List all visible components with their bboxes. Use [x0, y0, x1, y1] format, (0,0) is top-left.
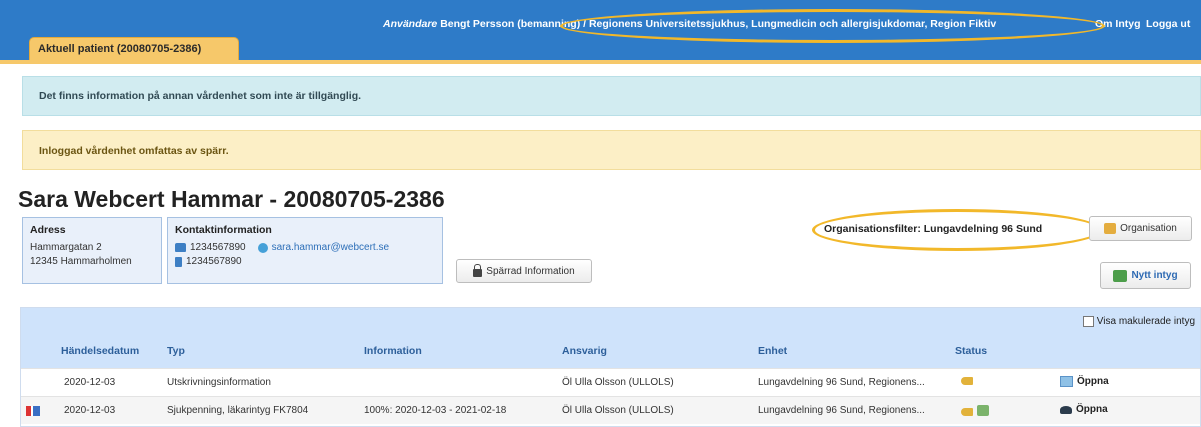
row-flag: [26, 406, 40, 419]
new-certificate-label: Nytt intyg: [1131, 270, 1178, 281]
table-row: 2020-12-03 Utskrivningsinformation Öl Ul…: [21, 368, 1200, 396]
contact-title: Kontaktinformation: [175, 224, 272, 236]
new-certificate-button[interactable]: Nytt intyg: [1100, 262, 1191, 289]
contact-phone-row: 1234567890 sara.hammar@webcert.se: [175, 242, 435, 253]
row-unit: Lungavdelning 96 Sund, Regionens...: [758, 405, 925, 416]
open-label: Öppna: [1077, 376, 1109, 387]
logout-link[interactable]: Logga ut: [1146, 18, 1190, 30]
blocked-information-label: Spärrad Information: [486, 265, 575, 277]
email-link[interactable]: sara.hammar@webcert.se: [272, 242, 389, 253]
row-responsible: Öl Ulla Olsson (ULLOLS): [562, 377, 674, 388]
certificate-table: Visa makulerade intyg Händelsedatum Typ …: [20, 307, 1201, 427]
graduation-hat-icon: [1060, 405, 1072, 414]
mobile-icon: [175, 256, 182, 267]
address-line1: Hammargatan 2: [30, 242, 102, 253]
row-status: [961, 405, 989, 419]
open-button[interactable]: Öppna: [1060, 404, 1108, 415]
row-type: Utskrivningsinformation: [167, 377, 271, 388]
column-header-date[interactable]: Händelsedatum: [61, 345, 139, 357]
row-type: Sjukpenning, läkarintyg FK7804: [167, 405, 309, 416]
user-label: Användare: [383, 18, 438, 30]
row-responsible: Öl Ulla Olsson (ULLOLS): [562, 405, 674, 416]
about-intyg-link[interactable]: Om Intyg: [1095, 18, 1141, 30]
row-info: 100%: 2020-12-03 - 2021-02-18: [364, 405, 507, 416]
phone-number: 1234567890: [190, 242, 246, 253]
new-document-icon: [1113, 269, 1128, 282]
tab-underline: [0, 60, 1201, 64]
row-date: 2020-12-03: [64, 405, 116, 416]
column-header-unit[interactable]: Enhet: [758, 345, 787, 357]
address-line2: 12345 Hammarholmen: [30, 256, 132, 267]
document-icon: [977, 405, 989, 416]
column-header-responsible[interactable]: Ansvarig: [562, 345, 607, 357]
user-info: Bengt Persson (bemanning) / Regionens Un…: [440, 18, 997, 30]
contact-box: Kontaktinformation 1234567890 sara.hamma…: [167, 217, 443, 284]
row-unit: Lungavdelning 96 Sund, Regionens...: [758, 377, 925, 388]
mobile-number: 1234567890: [186, 256, 242, 267]
info-alert: Det finns information på annan vårdenhet…: [22, 76, 1201, 116]
column-header-status[interactable]: Status: [955, 345, 987, 357]
column-header-information[interactable]: Information: [364, 345, 422, 357]
row-status: [961, 377, 973, 388]
open-button[interactable]: Öppna: [1060, 376, 1109, 387]
open-label: Öppna: [1076, 404, 1108, 415]
table-header: Visa makulerade intyg Händelsedatum Typ …: [21, 308, 1200, 368]
address-box: Adress Hammargatan 2 12345 Hammarholmen: [22, 217, 162, 284]
email-icon: [257, 242, 268, 253]
page-title: Sara Webcert Hammar - 20080705-2386: [18, 186, 445, 212]
certificate-icon: [1060, 376, 1073, 387]
organisation-label: Organisation: [1120, 223, 1177, 234]
flag-icon: [26, 406, 40, 416]
show-cancelled-checkbox[interactable]: [1082, 316, 1094, 327]
table-row: 2020-12-03 Sjukpenning, läkarintyg FK780…: [21, 396, 1200, 424]
warning-alert: Inloggad vårdenhet omfattas av spärr.: [22, 130, 1201, 170]
key-icon: [961, 408, 973, 416]
top-navigation-bar: Användare Bengt Persson (bemanning) / Re…: [0, 0, 1201, 61]
column-header-type[interactable]: Typ: [167, 345, 185, 357]
show-cancelled-toggle[interactable]: Visa makulerade intyg: [1082, 316, 1195, 327]
organisation-button[interactable]: Organisation: [1089, 216, 1192, 241]
phone-icon: [175, 243, 186, 252]
lock-icon: [473, 263, 483, 277]
logged-in-user: Användare Bengt Persson (bemanning) / Re…: [383, 18, 996, 30]
organisation-icon: [1104, 223, 1117, 234]
address-title: Adress: [30, 224, 66, 236]
contact-mobile-row: 1234567890: [175, 256, 435, 267]
blocked-information-button[interactable]: Spärrad Information: [456, 259, 592, 283]
key-icon: [961, 377, 973, 385]
tab-current-patient[interactable]: Aktuell patient (20080705-2386): [29, 37, 239, 61]
row-date: 2020-12-03: [64, 377, 116, 388]
show-cancelled-label: Visa makulerade intyg: [1096, 316, 1195, 327]
organisation-filter: Organisationsfilter: Lungavdelning 96 Su…: [824, 223, 1043, 235]
